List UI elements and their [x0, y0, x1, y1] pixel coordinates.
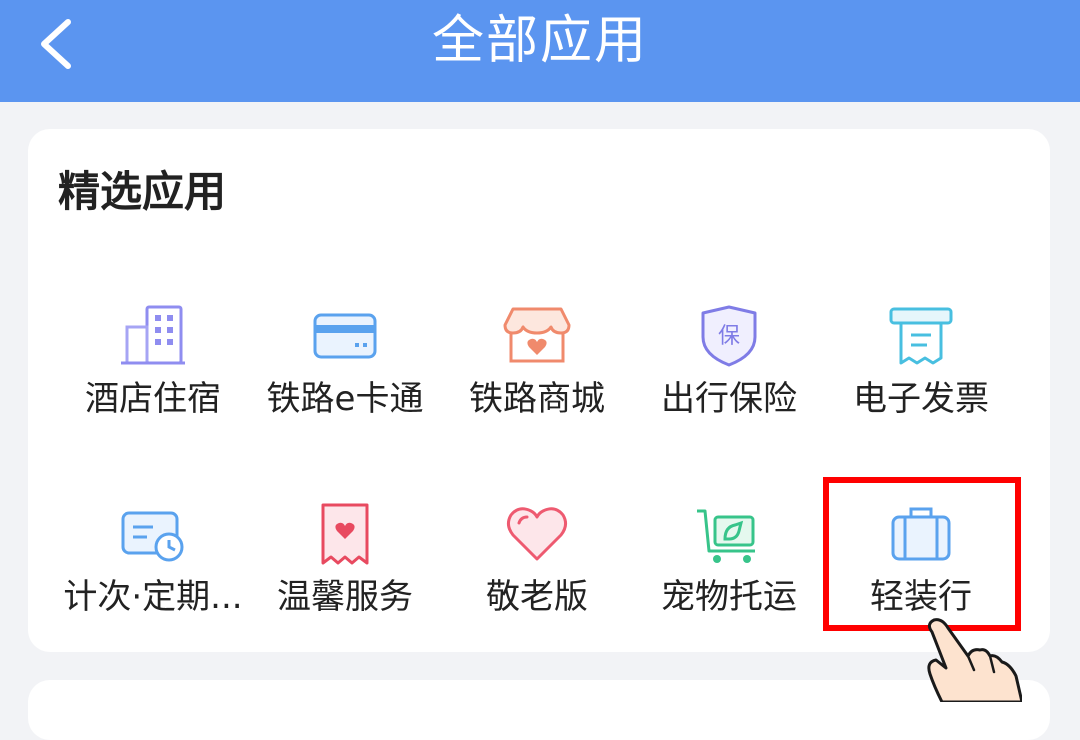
app-railway-ecard[interactable]: 铁路e卡通 — [250, 303, 440, 453]
shield-icon: 保 — [701, 305, 757, 367]
pet-cart-icon — [697, 509, 755, 563]
pointing-hand-icon — [927, 618, 1022, 702]
invoice-icon — [889, 307, 953, 365]
app-care-service[interactable]: 温馨服务 — [250, 501, 440, 651]
card-icon — [313, 313, 377, 359]
heart-ribbon-icon — [321, 503, 369, 565]
svg-text:保: 保 — [718, 324, 740, 349]
page-title: 全部应用 — [431, 11, 648, 71]
highlight-box — [823, 477, 1021, 631]
heart-icon — [506, 507, 568, 561]
app-travel-insurance[interactable]: 保 出行保险 — [634, 303, 824, 453]
app-pet-shipping[interactable]: 宠物托运 — [634, 501, 824, 651]
app-hotel[interactable]: 酒店住宿 — [58, 303, 248, 453]
building-icon — [121, 305, 185, 365]
app-elderly-version[interactable]: 敬老版 — [442, 501, 632, 651]
app-railway-mall[interactable]: 铁路商城 — [442, 303, 632, 453]
ticket-clock-icon — [121, 511, 184, 562]
header-bar: 全部应用 — [0, 0, 1080, 102]
app-label: 电子发票 — [853, 379, 989, 419]
app-e-invoice[interactable]: 电子发票 — [826, 303, 1016, 453]
app-multi-ride-pass[interactable]: 计次·定期... — [58, 501, 248, 651]
shop-icon — [503, 307, 571, 363]
next-section-card — [28, 680, 1050, 740]
section-title: 精选应用 — [58, 167, 227, 216]
